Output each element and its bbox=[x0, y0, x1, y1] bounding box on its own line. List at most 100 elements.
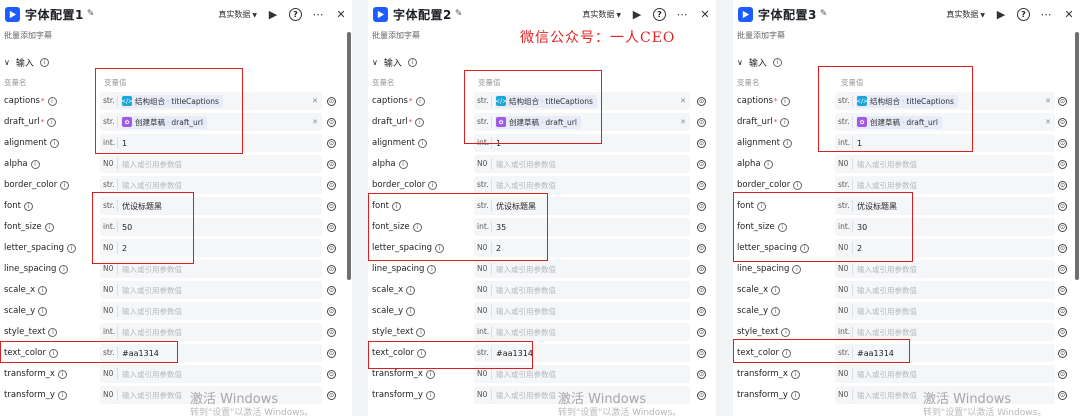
mode-select[interactable]: 真实数据 ▼ bbox=[946, 9, 985, 20]
help-circle-icon[interactable]: ? bbox=[289, 7, 302, 21]
param-value-input[interactable]: int. 输入或引用参数值 bbox=[100, 323, 322, 341]
mode-select[interactable]: 真实数据 ▼ bbox=[218, 9, 257, 20]
reference-icon[interactable]: ⊙ bbox=[697, 243, 706, 253]
reference-icon[interactable]: ⊙ bbox=[697, 369, 706, 379]
panel-title[interactable]: 字体配置1 bbox=[25, 6, 84, 23]
reference-icon[interactable]: ⊙ bbox=[1058, 117, 1067, 127]
clear-icon[interactable]: ✕ bbox=[680, 118, 686, 126]
reference-icon[interactable]: ⊙ bbox=[327, 117, 336, 127]
clear-icon[interactable]: ✕ bbox=[680, 97, 686, 105]
input-section-toggle[interactable]: ∨ 输入 i bbox=[372, 56, 417, 69]
param-value-input[interactable]: N0 输入或引用参数值 bbox=[835, 155, 1055, 173]
reference-icon[interactable]: ⊙ bbox=[327, 180, 336, 190]
mode-select[interactable]: 真实数据 ▼ bbox=[582, 9, 621, 20]
edit-icon[interactable]: ✎ bbox=[87, 9, 95, 19]
reference-icon[interactable]: ⊙ bbox=[327, 390, 336, 400]
close-icon[interactable]: ✕ bbox=[698, 8, 712, 21]
param-value-input[interactable]: N0 输入或引用参数值 bbox=[100, 365, 322, 383]
param-name: alpha i bbox=[737, 159, 773, 169]
play-icon[interactable]: ▶ bbox=[994, 8, 1008, 21]
more-icon[interactable]: ⋯ bbox=[675, 8, 689, 21]
param-name: alignment i bbox=[372, 138, 427, 148]
reference-icon[interactable]: ⊙ bbox=[327, 369, 336, 379]
reference-icon[interactable]: ⊙ bbox=[1058, 222, 1067, 232]
reference-icon[interactable]: ⊙ bbox=[1058, 180, 1067, 190]
param-value-input[interactable]: str. 输入或引用参数值 bbox=[474, 176, 690, 194]
param-value-input[interactable]: N0 输入或引用参数值 bbox=[474, 281, 690, 299]
close-icon[interactable]: ✕ bbox=[334, 8, 348, 21]
input-section-toggle[interactable]: ∨ 输入 i bbox=[4, 56, 49, 69]
reference-icon[interactable]: ⊙ bbox=[327, 201, 336, 211]
more-icon[interactable]: ⋯ bbox=[1039, 8, 1053, 21]
reference-icon[interactable]: ⊙ bbox=[1058, 285, 1067, 295]
reference-icon[interactable]: ⊙ bbox=[697, 117, 706, 127]
param-name: style_text i bbox=[4, 327, 58, 337]
reference-icon[interactable]: ⊙ bbox=[697, 306, 706, 316]
reference-icon[interactable]: ⊙ bbox=[697, 327, 706, 337]
info-icon: i bbox=[782, 138, 792, 148]
param-value-input[interactable]: N0 输入或引用参数值 bbox=[474, 260, 690, 278]
param-value-input[interactable]: N0 输入或引用参数值 bbox=[100, 155, 322, 173]
reference-icon[interactable]: ⊙ bbox=[327, 306, 336, 316]
param-value-input[interactable]: N0 输入或引用参数值 bbox=[474, 302, 690, 320]
reference-icon[interactable]: ⊙ bbox=[327, 327, 336, 337]
reference-icon[interactable]: ⊙ bbox=[697, 159, 706, 169]
clear-icon[interactable]: ✕ bbox=[312, 118, 318, 126]
play-icon[interactable]: ▶ bbox=[266, 8, 280, 21]
param-value-input[interactable]: N0 输入或引用参数值 bbox=[835, 281, 1055, 299]
help-circle-icon[interactable]: ? bbox=[653, 7, 666, 21]
clear-icon[interactable]: ✕ bbox=[1045, 118, 1051, 126]
reference-icon[interactable]: ⊙ bbox=[1058, 159, 1067, 169]
reference-icon[interactable]: ⊙ bbox=[1058, 369, 1067, 379]
reference-icon[interactable]: ⊙ bbox=[1058, 264, 1067, 274]
more-icon[interactable]: ⋯ bbox=[311, 8, 325, 21]
play-icon[interactable]: ▶ bbox=[630, 8, 644, 21]
clear-icon[interactable]: ✕ bbox=[312, 97, 318, 105]
reference-icon[interactable]: ⊙ bbox=[1058, 96, 1067, 106]
close-icon[interactable]: ✕ bbox=[1062, 8, 1076, 21]
param-row: transform_y i N0 输入或引用参数值 ⊙ bbox=[0, 385, 352, 405]
reference-icon[interactable]: ⊙ bbox=[697, 201, 706, 211]
reference-icon[interactable]: ⊙ bbox=[327, 96, 336, 106]
reference-icon[interactable]: ⊙ bbox=[1058, 327, 1067, 337]
param-value-input[interactable]: N0 输入或引用参数值 bbox=[835, 365, 1055, 383]
reference-icon[interactable]: ⊙ bbox=[697, 96, 706, 106]
param-name: line_spacing i bbox=[372, 264, 437, 274]
reference-icon[interactable]: ⊙ bbox=[327, 138, 336, 148]
panel-title[interactable]: 字体配置3 bbox=[758, 6, 817, 23]
reference-icon[interactable]: ⊙ bbox=[327, 222, 336, 232]
reference-icon[interactable]: ⊙ bbox=[1058, 138, 1067, 148]
reference-icon[interactable]: ⊙ bbox=[327, 348, 336, 358]
param-value-input[interactable]: N0 输入或引用参数值 bbox=[835, 302, 1055, 320]
reference-icon[interactable]: ⊙ bbox=[1058, 201, 1067, 211]
edit-icon[interactable]: ✎ bbox=[820, 9, 828, 19]
panel-title[interactable]: 字体配置2 bbox=[393, 6, 452, 23]
param-value-input[interactable]: N0 输入或引用参数值 bbox=[835, 260, 1055, 278]
param-value-input[interactable]: N0 输入或引用参数值 bbox=[100, 302, 322, 320]
input-section-toggle[interactable]: ∨ 输入 i bbox=[737, 56, 782, 69]
type-badge: str. bbox=[477, 179, 492, 191]
reference-icon[interactable]: ⊙ bbox=[697, 348, 706, 358]
reference-icon[interactable]: ⊙ bbox=[697, 285, 706, 295]
reference-icon[interactable]: ⊙ bbox=[697, 138, 706, 148]
reference-icon[interactable]: ⊙ bbox=[697, 180, 706, 190]
help-circle-icon[interactable]: ? bbox=[1017, 7, 1030, 21]
reference-icon[interactable]: ⊙ bbox=[327, 159, 336, 169]
scrollbar-thumb[interactable] bbox=[347, 32, 351, 280]
reference-icon[interactable]: ⊙ bbox=[1058, 348, 1067, 358]
param-value-input[interactable]: int. 输入或引用参数值 bbox=[474, 323, 690, 341]
clear-icon[interactable]: ✕ bbox=[1045, 97, 1051, 105]
reference-icon[interactable]: ⊙ bbox=[697, 222, 706, 232]
param-value-input[interactable]: N0 输入或引用参数值 bbox=[100, 281, 322, 299]
reference-icon[interactable]: ⊙ bbox=[1058, 243, 1067, 253]
reference-icon[interactable]: ⊙ bbox=[697, 264, 706, 274]
scrollbar-thumb[interactable] bbox=[1075, 32, 1079, 280]
reference-icon[interactable]: ⊙ bbox=[1058, 390, 1067, 400]
reference-icon[interactable]: ⊙ bbox=[327, 285, 336, 295]
edit-icon[interactable]: ✎ bbox=[455, 9, 463, 19]
reference-icon[interactable]: ⊙ bbox=[697, 390, 706, 400]
reference-icon[interactable]: ⊙ bbox=[327, 243, 336, 253]
reference-icon[interactable]: ⊙ bbox=[1058, 306, 1067, 316]
reference-icon[interactable]: ⊙ bbox=[327, 264, 336, 274]
param-value-input[interactable]: N0 输入或引用参数值 bbox=[474, 155, 690, 173]
